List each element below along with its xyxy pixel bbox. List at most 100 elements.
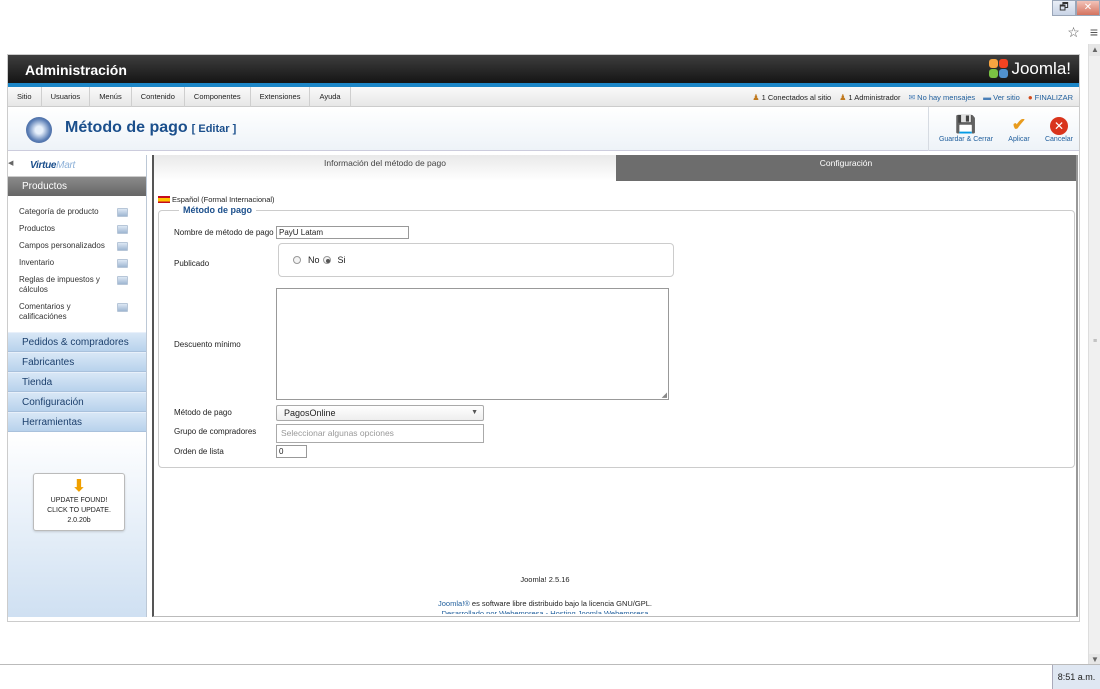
virtuemart-brand: ◀ VirtueMart: [8, 155, 146, 177]
update-notice-button[interactable]: ⬇ UPDATE FOUND! CLICK TO UPDATE. 2.0.20b: [33, 473, 125, 531]
restore-button[interactable]: 🗗: [1052, 0, 1076, 16]
joomla-logo: Joomla!: [989, 59, 1071, 79]
menu-item-ayuda[interactable]: Ayuda: [310, 87, 350, 107]
view-site[interactable]: ▬Ver sitio: [983, 93, 1020, 102]
sidebar-item-reglas[interactable]: Reglas de impuestos y cálculos: [8, 272, 146, 299]
save-close-button[interactable]: 💾 Guardar & Cerrar: [933, 107, 999, 151]
window-buttons: 🗗 ✕: [1052, 0, 1100, 16]
collapse-sidebar-icon[interactable]: ◀: [8, 159, 13, 167]
menu-item-componentes[interactable]: Componentes: [185, 87, 251, 107]
virtuemart-logo-sub: Mart: [56, 160, 75, 171]
discount-label: Descuento mínimo: [174, 340, 241, 349]
fieldset-legend: Método de pago: [179, 205, 256, 215]
apply-label: Aplicar: [999, 136, 1039, 143]
resize-grip-icon[interactable]: ◢: [662, 391, 667, 399]
sidebar-item-fabricantes[interactable]: Fabricantes: [8, 352, 146, 372]
scroll-up-icon[interactable]: ▲: [1089, 44, 1100, 56]
chevron-down-icon: ▼: [471, 406, 478, 420]
messages-status[interactable]: ✉No hay mensajes: [908, 93, 975, 102]
payment-method-value: PagosOnline: [284, 408, 336, 418]
spain-flag-icon: [158, 196, 170, 203]
admin-status: ♟1 Administrador: [839, 93, 900, 102]
apply-button[interactable]: ✔ Aplicar: [999, 107, 1039, 151]
admin-icon: ♟: [839, 93, 846, 102]
joomla-mark-icon: [989, 59, 1009, 79]
menu-item-sitio[interactable]: Sitio: [8, 87, 42, 107]
tab-informacion[interactable]: Información del método de pago: [154, 155, 616, 181]
view-site-link[interactable]: Ver sitio: [993, 93, 1020, 102]
sidebar-item-pedidos[interactable]: Pedidos & compradores: [8, 332, 146, 352]
language-indicator: Español (Formal Internacional): [158, 195, 275, 204]
logout[interactable]: ●FINALIZAR: [1028, 93, 1073, 102]
list-order-input[interactable]: [276, 445, 307, 458]
sidebar: ◀ VirtueMart Productos Categoría de prod…: [8, 155, 147, 617]
virtuemart-logo: VirtueMart: [30, 160, 75, 171]
download-arrow-icon: ⬇: [34, 478, 124, 496]
users-icon: ♟: [752, 93, 759, 102]
menu-item-usuarios[interactable]: Usuarios: [42, 87, 91, 107]
published-radio-group: No Si: [278, 243, 674, 277]
custom-fields-icon: [117, 242, 128, 251]
admin-menubar: Sitio Usuarios Menús Contenido Component…: [8, 87, 1079, 107]
logout-icon: ●: [1028, 93, 1033, 102]
payment-method-select[interactable]: PagosOnline ▼: [276, 405, 484, 421]
bookmark-star-icon[interactable]: ☆: [1067, 24, 1080, 41]
virtuemart-logo-main: Virtue: [30, 160, 56, 171]
menu-item-contenido[interactable]: Contenido: [132, 87, 185, 107]
sidebar-item-label: Inventario: [19, 258, 54, 268]
sidebar-links: Categoría de producto Productos Campos p…: [8, 196, 146, 332]
sidebar-item-label: Categoría de producto: [19, 207, 99, 217]
discount-textarea[interactable]: ◢: [276, 288, 669, 400]
sidebar-item-productos[interactable]: Productos: [8, 221, 146, 238]
admin-page: Administración Joomla! Sitio Usuarios Me…: [7, 54, 1080, 622]
sidebar-section-productos[interactable]: Productos: [8, 177, 146, 196]
logout-link[interactable]: FINALIZAR: [1035, 93, 1073, 102]
tab-bar: Información del método de pago Configura…: [154, 155, 1076, 181]
browser-menu-icon[interactable]: ≡: [1090, 24, 1098, 41]
tab-configuracion[interactable]: Configuración: [616, 155, 1076, 181]
sidebar-item-tienda[interactable]: Tienda: [8, 372, 146, 392]
published-no-label: No: [308, 255, 320, 265]
sidebar-item-configuracion[interactable]: Configuración: [8, 392, 146, 412]
sidebar-item-label: Comentarios y calificaciónes: [19, 302, 99, 322]
payment-method-fieldset: Método de pago Nombre de método de pago …: [158, 210, 1075, 468]
messages-link[interactable]: No hay mensajes: [917, 93, 975, 102]
comments-icon: [117, 303, 128, 312]
connected-status: ♟1 Conectados al sitio: [752, 93, 831, 102]
language-label: Español (Formal Internacional): [172, 195, 275, 204]
connected-site-text: 1 Conectados al sitio: [762, 93, 832, 102]
sidebar-item-comentarios[interactable]: Comentarios y calificaciónes: [8, 299, 146, 326]
joomla-link[interactable]: Joomla!®: [438, 599, 470, 608]
joomla-version: Joomla! 2.5.16: [0, 575, 1090, 584]
inventory-icon: [117, 259, 128, 268]
menu-item-menus[interactable]: Menús: [90, 87, 132, 107]
published-yes-radio[interactable]: [323, 256, 331, 264]
cancel-label: Cancelar: [1039, 136, 1079, 143]
page-scrollbar[interactable]: ▲ ≡ ▼: [1088, 44, 1100, 666]
scroll-grip-icon[interactable]: ≡: [1089, 338, 1100, 345]
sidebar-item-campos[interactable]: Campos personalizados: [8, 238, 146, 255]
page-title-text: Método de pago: [65, 119, 188, 136]
system-clock[interactable]: 8:51 a.m.: [1052, 665, 1100, 689]
status-bar: ♟1 Conectados al sitio ♟1 Administrador …: [752, 87, 1073, 107]
calculator-icon: [117, 276, 128, 285]
published-no-radio[interactable]: [293, 256, 301, 264]
published-label: Publicado: [174, 259, 209, 268]
sidebar-item-label: Productos: [19, 224, 55, 234]
sidebar-item-herramientas[interactable]: Herramientas: [8, 412, 146, 432]
shopper-group-select[interactable]: Seleccionar algunas opciones: [276, 424, 484, 443]
checkmark-icon: ✔: [999, 115, 1039, 135]
cancel-button[interactable]: ✕ Cancelar: [1039, 107, 1079, 151]
product-icon: [117, 225, 128, 234]
powered-by-link[interactable]: Desarrollado por Webempresa - Hosting Jo…: [0, 609, 1090, 614]
sidebar-item-inventario[interactable]: Inventario: [8, 255, 146, 272]
close-window-button[interactable]: ✕: [1076, 0, 1100, 16]
admin-title: Administración: [25, 62, 127, 78]
mail-icon: ✉: [908, 93, 915, 102]
sidebar-item-categoria[interactable]: Categoría de producto: [8, 204, 146, 221]
menu-item-extensiones[interactable]: Extensiones: [251, 87, 311, 107]
sidebar-item-label: Reglas de impuestos y cálculos: [19, 275, 107, 295]
edit-tag: [ Editar ]: [192, 123, 237, 135]
payment-name-input[interactable]: [276, 226, 409, 239]
page-toolbar: Método de pago [ Editar ] 💾 Guardar & Cer…: [8, 107, 1079, 151]
